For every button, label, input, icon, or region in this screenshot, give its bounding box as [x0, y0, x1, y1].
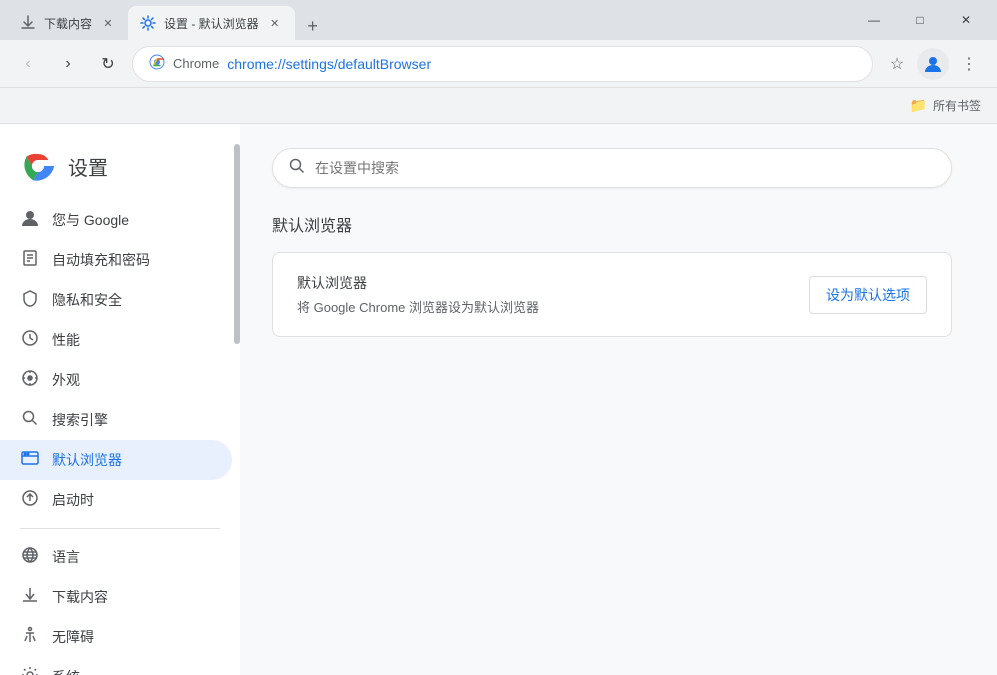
address-bar[interactable]: Chrome chrome://settings/defaultBrowser: [132, 46, 873, 82]
forward-button[interactable]: ›: [52, 48, 84, 80]
window-controls: — □ ✕: [851, 4, 989, 36]
sidebar-item-accessibility-label: 无障碍: [52, 627, 94, 647]
tab-area: 下载内容 ✕ 设置 - 默认浏览器 ✕ +: [8, 0, 839, 40]
sidebar-item-default-browser-label: 默认浏览器: [52, 450, 122, 470]
google-icon: [20, 209, 40, 232]
bookmarks-bar: 📁 所有书签: [0, 88, 997, 124]
tab-downloads-label: 下载内容: [44, 15, 92, 32]
gear-tab-icon: [140, 15, 156, 31]
sidebar-item-search[interactable]: 搜索引擎: [0, 400, 232, 440]
default-browser-card: 默认浏览器 将 Google Chrome 浏览器设为默认浏览器 设为默认选项: [272, 252, 952, 337]
appearance-icon: [20, 369, 40, 392]
sidebar-item-performance[interactable]: 性能: [0, 320, 232, 360]
accessibility-icon: [20, 626, 40, 649]
sidebar-item-language-label: 语言: [52, 547, 80, 567]
new-tab-button[interactable]: +: [299, 12, 327, 40]
search-bar-icon: [289, 158, 305, 179]
performance-icon: [20, 329, 40, 352]
sidebar-scrollbar[interactable]: [234, 124, 240, 675]
bookmark-button[interactable]: ☆: [881, 48, 913, 80]
tab-settings[interactable]: 设置 - 默认浏览器 ✕: [128, 6, 295, 40]
default-browser-icon: [20, 449, 40, 472]
sidebar-item-system[interactable]: 系统: [0, 657, 232, 675]
autofill-icon: [20, 249, 40, 272]
download-icon: [20, 15, 36, 31]
sidebar-item-search-label: 搜索引擎: [52, 410, 108, 430]
sidebar-item-privacy-label: 隐私和安全: [52, 290, 122, 310]
tab-settings-label: 设置 - 默认浏览器: [164, 15, 259, 32]
toolbar: ‹ › ↻ Chrome chrome://settings/defaultBr…: [0, 40, 997, 88]
chrome-address-icon: [149, 54, 165, 73]
language-icon: [20, 546, 40, 569]
main-area: 设置 您与 Google 自动填充和密码 隐私和安全: [0, 124, 997, 675]
sidebar-item-downloads[interactable]: 下载内容: [0, 577, 232, 617]
minimize-button[interactable]: —: [851, 4, 897, 36]
close-button[interactable]: ✕: [943, 4, 989, 36]
sidebar-item-google-label: 您与 Google: [52, 210, 129, 230]
section-title: 默认浏览器: [272, 212, 965, 236]
startup-icon: [20, 489, 40, 512]
search-input[interactable]: [315, 160, 935, 176]
sidebar-item-startup[interactable]: 启动时: [0, 480, 232, 520]
card-subtitle: 将 Google Chrome 浏览器设为默认浏览器: [297, 297, 539, 316]
menu-button[interactable]: ⋮: [953, 48, 985, 80]
search-bar[interactable]: [272, 148, 952, 188]
sidebar-scrollbar-thumb: [234, 144, 240, 344]
toolbar-actions: ☆ ⋮: [881, 48, 985, 80]
chrome-label: Chrome: [173, 56, 219, 71]
card-title: 默认浏览器: [297, 273, 539, 293]
sidebar-item-accessibility[interactable]: 无障碍: [0, 617, 232, 657]
folder-icon: 📁: [910, 97, 927, 114]
sidebar-item-privacy[interactable]: 隐私和安全: [0, 280, 232, 320]
maximize-button[interactable]: □: [897, 4, 943, 36]
refresh-button[interactable]: ↻: [92, 48, 124, 80]
sidebar: 设置 您与 Google 自动填充和密码 隐私和安全: [0, 124, 240, 675]
sidebar-item-autofill-label: 自动填充和密码: [52, 250, 150, 270]
downloads-icon: [20, 586, 40, 609]
sidebar-item-startup-label: 启动时: [52, 490, 94, 510]
sidebar-header: 设置: [0, 140, 240, 200]
sidebar-item-appearance[interactable]: 外观: [0, 360, 232, 400]
all-bookmarks-label[interactable]: 所有书签: [933, 97, 981, 114]
tab-downloads-close[interactable]: ✕: [100, 15, 116, 31]
chrome-logo: [20, 148, 56, 184]
sidebar-title: 设置: [68, 152, 108, 181]
search-icon: [20, 409, 40, 432]
sidebar-item-appearance-label: 外观: [52, 370, 80, 390]
content-area: 默认浏览器 默认浏览器 将 Google Chrome 浏览器设为默认浏览器 设…: [240, 124, 997, 675]
sidebar-divider: [20, 528, 220, 529]
title-bar: 下载内容 ✕ 设置 - 默认浏览器 ✕ + — □ ✕: [0, 0, 997, 40]
sidebar-item-performance-label: 性能: [52, 330, 80, 350]
sidebar-item-language[interactable]: 语言: [0, 537, 232, 577]
sidebar-item-system-label: 系统: [52, 667, 80, 675]
system-icon: [20, 666, 40, 675]
set-default-button[interactable]: 设为默认选项: [809, 276, 927, 314]
sidebar-item-downloads-label: 下载内容: [52, 587, 108, 607]
privacy-icon: [20, 289, 40, 312]
address-url: chrome://settings/defaultBrowser: [227, 56, 856, 72]
sidebar-item-default-browser[interactable]: 默认浏览器: [0, 440, 232, 480]
sidebar-item-autofill[interactable]: 自动填充和密码: [0, 240, 232, 280]
tab-settings-close[interactable]: ✕: [267, 15, 283, 31]
tab-downloads[interactable]: 下载内容 ✕: [8, 6, 128, 40]
profile-button[interactable]: [917, 48, 949, 80]
card-text: 默认浏览器 将 Google Chrome 浏览器设为默认浏览器: [297, 273, 539, 316]
sidebar-item-google[interactable]: 您与 Google: [0, 200, 232, 240]
back-button[interactable]: ‹: [12, 48, 44, 80]
